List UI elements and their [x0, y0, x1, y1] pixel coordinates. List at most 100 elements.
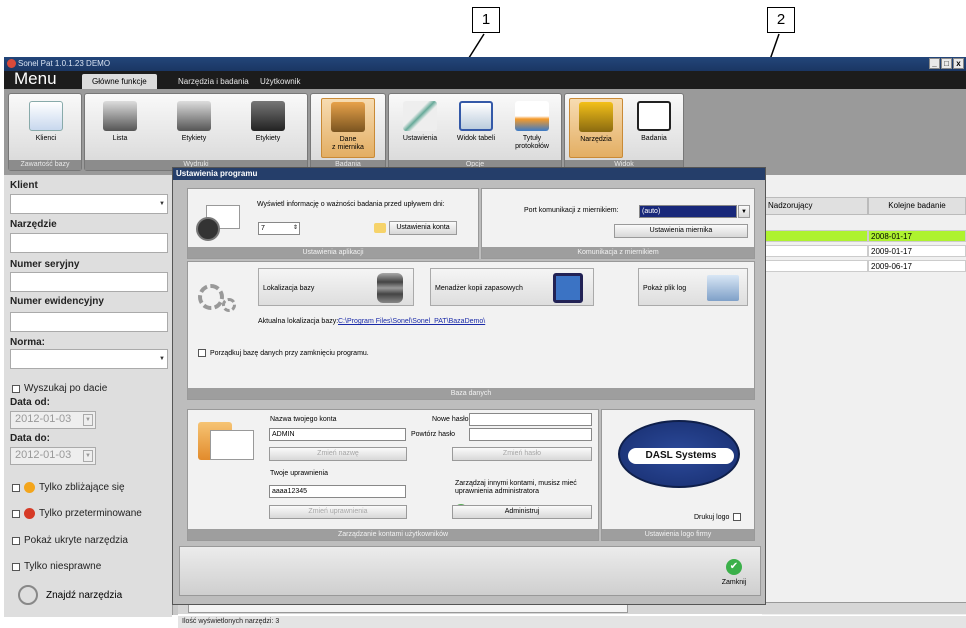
ribbon-group-wydruki: Lista Etykiety Etykiety Wydruki: [84, 93, 308, 171]
checklist-icon: [637, 101, 671, 131]
checkbox-box[interactable]: [12, 562, 20, 571]
grid-cell[interactable]: [764, 245, 868, 257]
data-od-input[interactable]: 2012-01-03 ▼: [10, 411, 96, 429]
chevron-down-icon: ▼: [159, 201, 165, 207]
znajdz-narzedzia-button[interactable]: Znajdź narzędzia: [18, 585, 122, 605]
maximize-button[interactable]: □: [941, 58, 952, 69]
checkbox-box[interactable]: [12, 483, 20, 492]
panel-label: Ustawienia aplikacji: [188, 247, 478, 258]
meter-case-icon: [331, 102, 365, 132]
port-label: Port komunikacji z miernikiem:: [524, 207, 619, 214]
ribbon: Klienci Zawartość bazy Lista Etykiety Et…: [4, 89, 966, 175]
tab-narzedzia-i-badania[interactable]: Narzędzia i badania: [168, 74, 259, 89]
numer-ewidencyjny-input[interactable]: [10, 312, 168, 332]
checkbox-box[interactable]: [198, 349, 206, 357]
tytuly-protokolow-button[interactable]: Tytuły protokołów: [505, 98, 559, 158]
etykiety-button-2[interactable]: Etykiety: [241, 98, 295, 158]
ustawienia-konta-button[interactable]: Ustawienia konta: [389, 221, 457, 235]
checkbox-box[interactable]: [12, 384, 20, 393]
checkbox-box[interactable]: [733, 513, 742, 521]
document-icon: [515, 101, 549, 131]
ribbon-group-badania: Dane z miernika Badania: [310, 93, 386, 171]
grid-cell[interactable]: [764, 230, 868, 242]
widok-tabeli-button[interactable]: Widok tabeli: [449, 98, 503, 158]
tab-uzytkownik[interactable]: Użytkownik: [250, 74, 310, 89]
dialog-title: Ustawienia programu: [173, 168, 765, 180]
tylko-przeterminowane-checkbox[interactable]: Tylko przeterminowane: [12, 508, 142, 519]
norma-label: Norma:: [10, 337, 46, 348]
client-card-icon: [29, 101, 63, 131]
scroll-thumb[interactable]: [188, 604, 628, 613]
zamknij-button[interactable]: ✔ Zamknij: [714, 559, 754, 586]
info-label: Wyświetl informację o ważności badania p…: [257, 201, 445, 208]
current-location-link[interactable]: C:\Program Files\Sonel\Sonel_PAT\BazaDem…: [338, 318, 485, 325]
gears-icon: [198, 274, 246, 314]
tools-icon: [403, 101, 437, 131]
accounts-panel: Nazwa twojego konta ADMIN Zmień nazwę Tw…: [187, 409, 599, 541]
rights-input[interactable]: aaaa12345: [269, 485, 406, 498]
new-password-input[interactable]: [469, 413, 592, 426]
data-od-label: Data od:: [10, 397, 50, 408]
days-spinner[interactable]: 7 ⇕: [258, 222, 300, 235]
database-panel: Lokalizacja bazy Menadżer kopii zapasowy…: [187, 261, 755, 400]
column-header-nadzorujacy[interactable]: Nadzorujący: [764, 197, 868, 215]
klienci-button[interactable]: Klienci: [19, 98, 73, 158]
ustawienia-miernika-button[interactable]: Ustawienia miernika: [614, 224, 748, 238]
data-do-input[interactable]: 2012-01-03 ▼: [10, 447, 96, 465]
wyszukaj-po-dacie-checkbox[interactable]: Wyszukaj po dacie: [12, 383, 107, 394]
grid-cell[interactable]: [764, 260, 868, 272]
porzadkuj-checkbox[interactable]: Porządkuj bazę danych przy zamknięciu pr…: [198, 349, 369, 357]
status-bar: Ilość wyświetlonych narzędzi: 3: [178, 616, 966, 628]
checkbox-box[interactable]: [12, 536, 20, 545]
numer-ewidencyjny-label: Numer ewidencyjny: [10, 296, 104, 307]
close-window-button[interactable]: x: [953, 58, 964, 69]
current-location-label: Aktualna lokalizacja bazy:: [258, 318, 339, 325]
menu-label[interactable]: Menu: [14, 69, 57, 89]
klient-select[interactable]: ▼: [10, 194, 168, 214]
repeat-password-input[interactable]: [469, 428, 592, 441]
pokaz-ukryte-checkbox[interactable]: Pokaż ukryte narzędzia: [12, 535, 128, 546]
etykiety-button-1[interactable]: Etykiety: [167, 98, 221, 158]
clock-mail-icon: [196, 203, 242, 243]
menadzer-kopii-button[interactable]: Menadżer kopii zapasowych: [430, 268, 594, 306]
tab-glowne-funkcje[interactable]: Główne funkcje: [82, 74, 157, 89]
zmien-haslo-button[interactable]: Zmień hasło: [452, 447, 592, 461]
grid-cell-date[interactable]: 2009-01-17: [868, 245, 966, 257]
minimize-button[interactable]: _: [929, 58, 940, 69]
lokalizacja-bazy-button[interactable]: Lokalizacja bazy: [258, 268, 414, 306]
dane-z-miernika-button[interactable]: Dane z miernika: [321, 98, 375, 158]
tylko-niesprawne-checkbox[interactable]: Tylko niesprawne: [12, 561, 101, 572]
administruj-button[interactable]: Administruj: [452, 505, 592, 519]
spinner-arrows-icon[interactable]: ⇕: [293, 223, 298, 234]
checkbox-box[interactable]: [12, 509, 20, 518]
pokaz-plik-log-button[interactable]: Pokaż plik log: [638, 268, 748, 306]
grid-cell-date[interactable]: 2008-01-17: [868, 230, 966, 242]
zmien-uprawnienia-button[interactable]: Zmień uprawnienia: [269, 505, 407, 519]
ribbon-group-label: Zawartość bazy: [9, 160, 81, 170]
ustawienia-button[interactable]: Ustawienia: [393, 98, 447, 158]
column-header-kolejne-badanie[interactable]: Kolejne badanie: [868, 197, 966, 215]
norma-select[interactable]: ▼: [10, 349, 168, 369]
chevron-down-icon[interactable]: ▼: [83, 450, 93, 462]
grid-cell-date[interactable]: 2009-06-17: [868, 260, 966, 272]
chevron-down-icon[interactable]: ▼: [738, 205, 750, 218]
chevron-down-icon[interactable]: ▼: [83, 414, 93, 426]
printer-check-icon: [177, 101, 211, 131]
panel-label: Komunikacja z miernikiem: [482, 247, 754, 258]
lista-button[interactable]: Lista: [93, 98, 147, 158]
numer-seryjny-input[interactable]: [10, 272, 168, 292]
account-name-input[interactable]: ADMIN: [269, 428, 406, 441]
port-select[interactable]: (auto): [639, 205, 737, 218]
narzedzie-input[interactable]: [10, 233, 168, 253]
narzedzia-button[interactable]: Narzędzia: [569, 98, 623, 158]
rights-label: Twoje uprawnienia: [270, 470, 328, 477]
window-titlebar: Sonel Pat 1.0.1.23 DEMO _ □ x: [4, 57, 966, 71]
new-password-label: Nowe hasło: [432, 416, 469, 423]
menu-bar: Menu Główne funkcje Narzędzia i badania …: [4, 69, 966, 89]
warning-clock-icon: [24, 482, 35, 493]
open-folder-icon: [707, 275, 739, 301]
tylko-zblizajace-checkbox[interactable]: Tylko zbliżające się: [12, 482, 125, 493]
zmien-nazwe-button[interactable]: Zmień nazwę: [269, 447, 407, 461]
drukuj-logo-checkbox[interactable]: Drukuj logo: [694, 513, 742, 521]
badania-button[interactable]: Badania: [627, 98, 681, 158]
